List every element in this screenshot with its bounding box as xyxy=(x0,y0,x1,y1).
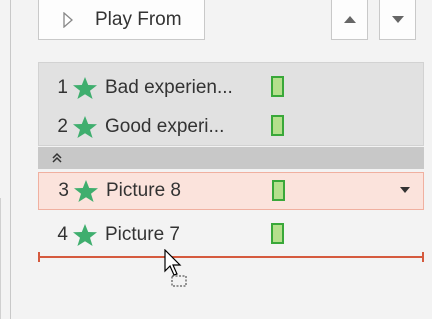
play-from-label: Play From xyxy=(95,8,182,30)
play-triangle-icon xyxy=(63,11,91,28)
item-number: 1 xyxy=(57,77,68,98)
animation-item[interactable]: 1 Bad experien... xyxy=(38,70,424,106)
item-number: 2 xyxy=(57,116,68,137)
animation-item-selected[interactable]: 3 Picture 8 xyxy=(38,172,424,210)
collapse-group-bar[interactable] xyxy=(38,147,424,169)
drag-cursor-icon xyxy=(163,248,193,289)
star-icon xyxy=(71,115,99,139)
triangle-up-icon xyxy=(343,11,357,29)
item-label: Bad experien... xyxy=(105,77,233,98)
timing-bar[interactable] xyxy=(271,223,284,244)
caret-down-icon xyxy=(400,187,410,193)
star-icon xyxy=(72,179,100,203)
drop-insertion-line xyxy=(38,256,424,258)
star-icon xyxy=(71,76,99,100)
item-number: 4 xyxy=(57,224,68,245)
play-from-button[interactable]: Play From xyxy=(38,0,205,40)
pane-border-left xyxy=(0,198,1,319)
move-later-button[interactable] xyxy=(379,0,416,40)
collapse-chevron-icon xyxy=(52,151,66,165)
item-label: Picture 8 xyxy=(106,180,181,201)
pane-border xyxy=(10,0,11,319)
insertion-line-cap-left xyxy=(38,252,40,262)
item-label: Good experi... xyxy=(105,116,225,137)
insertion-line-cap-right xyxy=(422,252,424,262)
triangle-down-icon xyxy=(391,11,405,29)
timing-bar[interactable] xyxy=(272,180,285,201)
timing-bar[interactable] xyxy=(271,115,284,136)
animation-item[interactable]: 4 Picture 7 xyxy=(38,217,424,253)
animation-item[interactable]: 2 Good experi... xyxy=(38,109,424,145)
move-earlier-button[interactable] xyxy=(331,0,368,40)
timing-bar[interactable] xyxy=(271,76,284,97)
animation-list: 1 Bad experien... 2 Good experi... 3 Pic… xyxy=(38,62,424,257)
star-icon xyxy=(71,223,99,247)
item-label: Picture 7 xyxy=(105,224,180,245)
item-options-dropdown[interactable] xyxy=(397,182,413,198)
item-number: 3 xyxy=(58,180,69,201)
